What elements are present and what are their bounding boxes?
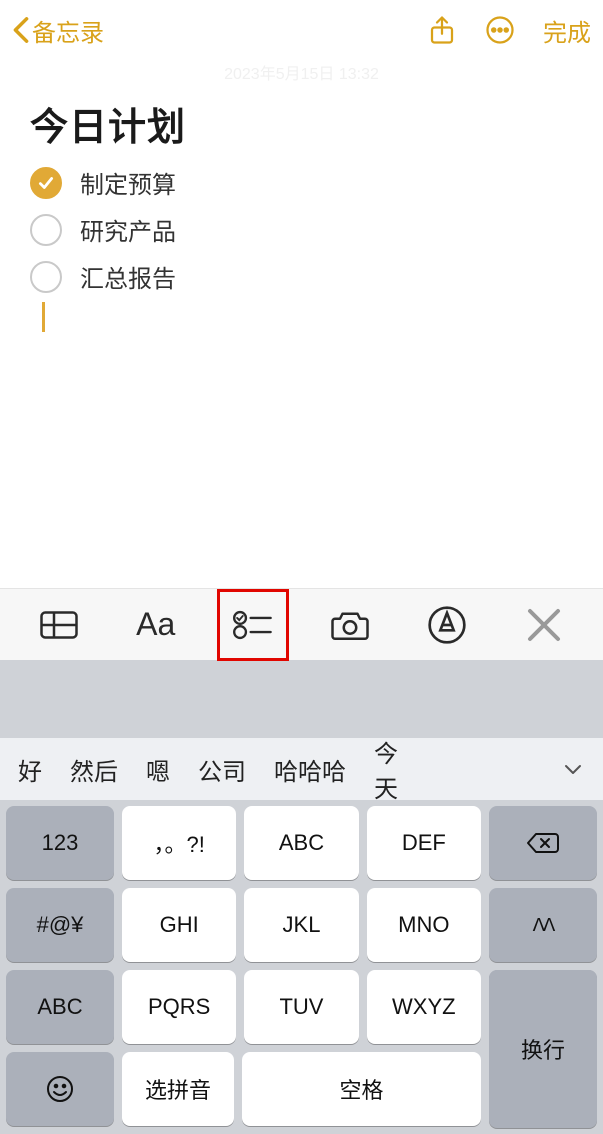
format-toolbar: Aa (0, 588, 603, 660)
key-abc2[interactable]: ABC (244, 806, 358, 880)
key-symbols[interactable]: #@¥ (6, 888, 114, 962)
key-def[interactable]: DEF (367, 806, 481, 880)
table-button[interactable] (35, 601, 83, 649)
checkbox-unchecked-icon[interactable] (30, 261, 62, 293)
keyboard: 123 #@¥ ABC ，。?! ABC DEF GHI JKL MNO PQR… (0, 800, 603, 1134)
key-ghi[interactable]: GHI (122, 888, 236, 962)
done-button[interactable]: 完成 (543, 13, 591, 48)
checklist-item[interactable]: 研究产品 (30, 212, 573, 247)
suggestion-item[interactable]: 哈哈哈 (260, 752, 360, 787)
checklist-item-text[interactable]: 研究产品 (80, 212, 176, 247)
key-jkl[interactable]: JKL (244, 888, 358, 962)
key-mno[interactable]: MNO (367, 888, 481, 962)
caret-key[interactable]: ᐱᐱ (489, 888, 597, 962)
checklist-item[interactable]: 制定预算 (30, 165, 573, 200)
text-cursor (42, 302, 45, 332)
pinyin-key[interactable]: 选拼音 (122, 1052, 234, 1126)
back-label: 备忘录 (32, 13, 104, 48)
checklist-button[interactable] (229, 601, 277, 649)
header-actions: 完成 (427, 13, 591, 48)
more-icon[interactable] (485, 15, 515, 45)
chevron-left-icon (12, 16, 30, 44)
suggestion-item[interactable]: 然后 (56, 752, 132, 787)
keyboard-gap (0, 660, 603, 738)
key-123[interactable]: 123 (6, 806, 114, 880)
close-keyboard-button[interactable] (520, 601, 568, 649)
checklist-item-text[interactable]: 汇总报告 (80, 259, 176, 294)
suggestion-item[interactable]: 好 (4, 752, 56, 787)
checkbox-checked-icon[interactable] (30, 167, 62, 199)
note-body[interactable]: 今日计划 制定预算 研究产品 汇总报告 (0, 82, 603, 588)
emoji-key[interactable] (6, 1052, 114, 1126)
suggestion-item[interactable]: 今天 (360, 734, 418, 804)
suggestion-item[interactable]: 公司 (184, 752, 260, 787)
markup-button[interactable] (423, 601, 471, 649)
text-format-button[interactable]: Aa (132, 601, 180, 649)
key-punct[interactable]: ，。?! (122, 806, 236, 880)
note-timestamp: 2023年5月15日 13:32 (0, 60, 603, 82)
text-cursor-line[interactable] (30, 302, 573, 332)
checklist-item[interactable]: 汇总报告 (30, 259, 573, 294)
key-abc[interactable]: ABC (6, 970, 114, 1044)
key-tuv[interactable]: TUV (244, 970, 358, 1044)
space-key[interactable]: 空格 (242, 1052, 481, 1126)
suggestion-bar: 好 然后 嗯 公司 哈哈哈 今天 (0, 738, 603, 800)
backspace-key[interactable] (489, 806, 597, 880)
share-icon[interactable] (427, 15, 457, 45)
checkbox-unchecked-icon[interactable] (30, 214, 62, 246)
camera-button[interactable] (326, 601, 374, 649)
checklist: 制定预算 研究产品 汇总报告 (30, 165, 573, 294)
app-header: 备忘录 完成 (0, 0, 603, 60)
suggestion-item[interactable]: 嗯 (132, 752, 184, 787)
key-pqrs[interactable]: PQRS (122, 970, 236, 1044)
checklist-item-text[interactable]: 制定预算 (80, 165, 176, 200)
key-wxyz[interactable]: WXYZ (367, 970, 481, 1044)
back-button[interactable]: 备忘录 (12, 13, 104, 48)
return-key[interactable]: 换行 (489, 970, 597, 1128)
expand-suggestions-button[interactable] (547, 762, 599, 776)
note-title[interactable]: 今日计划 (30, 96, 573, 151)
